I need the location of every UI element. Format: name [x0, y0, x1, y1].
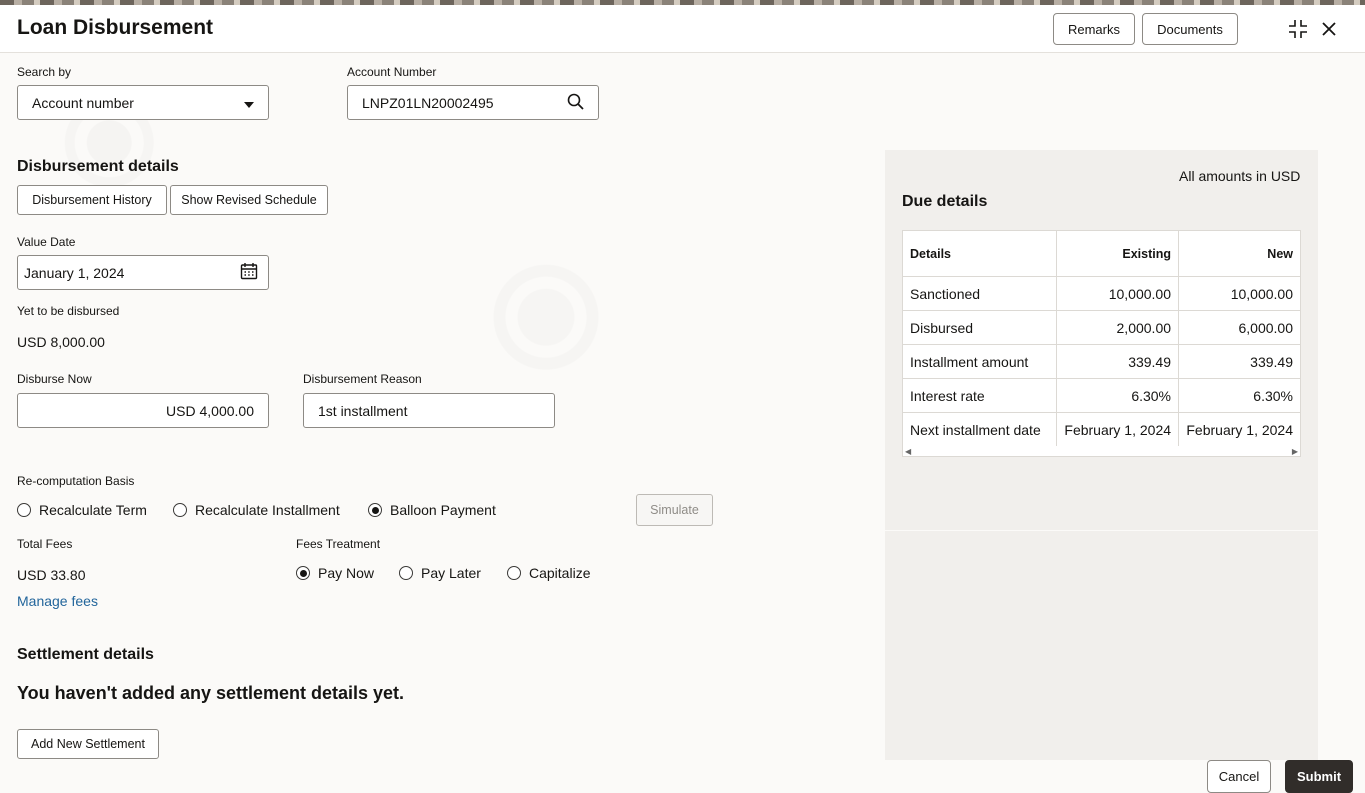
yet-to-be-disbursed-value: USD 8,000.00	[17, 334, 105, 350]
table-horizontal-scrollbar[interactable]: ◀ ▶	[902, 446, 1301, 457]
radio-label: Pay Now	[318, 565, 375, 581]
column-header-existing: Existing	[1056, 230, 1180, 277]
yet-to-be-disbursed-label: Yet to be disbursed	[17, 304, 120, 318]
scroll-left-icon[interactable]: ◀	[905, 447, 911, 456]
due-details-table: Details Existing New Sanctioned 10,000.0…	[901, 230, 1301, 447]
disbursement-details-title: Disbursement details	[17, 158, 179, 175]
table-header-row: Details Existing New	[901, 230, 1301, 277]
radio-circle-selected	[296, 566, 310, 580]
total-fees-value: USD 33.80	[17, 567, 86, 583]
submit-button[interactable]: Submit	[1285, 760, 1353, 793]
manage-fees-link[interactable]: Manage fees	[17, 593, 98, 609]
search-by-value: Account number	[32, 94, 134, 111]
account-number-input[interactable]: LNPZ01LN20002495	[347, 85, 599, 120]
table-row: Next installment date February 1, 2024 F…	[901, 412, 1301, 447]
disbursement-reason-input[interactable]: 1st installment	[303, 393, 555, 428]
panel-divider	[885, 530, 1318, 531]
page-header: Loan Disbursement Remarks Documents	[0, 5, 1365, 53]
column-header-details: Details	[901, 230, 1058, 277]
radio-label: Balloon Payment	[390, 502, 496, 518]
disburse-now-value: USD 4,000.00	[166, 402, 254, 419]
radio-balloon-payment[interactable]: Balloon Payment	[368, 502, 496, 518]
radio-circle	[507, 566, 521, 580]
simulate-button[interactable]: Simulate	[636, 494, 713, 526]
remarks-button[interactable]: Remarks	[1053, 13, 1135, 45]
radio-recalculate-installment[interactable]: Recalculate Installment	[173, 502, 340, 518]
radio-recalculate-term[interactable]: Recalculate Term	[17, 502, 147, 518]
radio-circle	[17, 503, 31, 517]
value-date-label: Value Date	[17, 235, 76, 249]
add-new-settlement-button[interactable]: Add New Settlement	[17, 729, 159, 759]
radio-label: Capitalize	[529, 565, 591, 581]
disburse-now-label: Disburse Now	[17, 372, 92, 386]
table-row: Disbursed 2,000.00 6,000.00	[901, 310, 1301, 345]
documents-button[interactable]: Documents	[1142, 13, 1238, 45]
radio-pay-now[interactable]: Pay Now	[296, 565, 374, 581]
show-revised-schedule-button[interactable]: Show Revised Schedule	[170, 185, 328, 215]
row-label: Disbursed	[901, 310, 1058, 345]
value-date-input[interactable]: January 1, 2024	[17, 255, 269, 290]
settlement-details-title: Settlement details	[17, 646, 154, 663]
value-date-value: January 1, 2024	[24, 264, 125, 281]
minimize-icon[interactable]	[1286, 17, 1310, 41]
disburse-now-input[interactable]: USD 4,000.00	[17, 393, 269, 428]
new-value: 10,000.00	[1178, 276, 1301, 311]
radio-circle-selected	[368, 503, 382, 517]
radio-label: Recalculate Term	[39, 502, 147, 518]
row-label: Next installment date	[901, 412, 1058, 447]
close-icon[interactable]	[1317, 17, 1341, 41]
account-number-label: Account Number	[347, 65, 437, 79]
amounts-currency-note: All amounts in USD	[1179, 168, 1301, 184]
new-value: 6,000.00	[1178, 310, 1301, 345]
due-details-title: Due details	[902, 193, 988, 210]
table-row: Installment amount 339.49 339.49	[901, 344, 1301, 379]
fees-treatment-label: Fees Treatment	[296, 537, 381, 551]
search-icon[interactable]	[567, 93, 584, 113]
radio-label: Pay Later	[421, 565, 481, 581]
cancel-button[interactable]: Cancel	[1207, 760, 1271, 793]
row-label: Installment amount	[901, 344, 1058, 379]
radio-capitalize[interactable]: Capitalize	[507, 565, 590, 581]
search-by-label: Search by	[17, 65, 72, 79]
total-fees-label: Total Fees	[17, 537, 73, 551]
column-header-new: New	[1178, 230, 1301, 277]
new-value: 339.49	[1178, 344, 1301, 379]
disbursement-history-button[interactable]: Disbursement History	[17, 185, 167, 215]
radio-circle	[399, 566, 413, 580]
existing-value: 339.49	[1056, 344, 1180, 379]
new-value: February 1, 2024	[1178, 412, 1301, 447]
disbursement-reason-value: 1st installment	[318, 402, 408, 419]
row-label: Sanctioned	[901, 276, 1058, 311]
existing-value: 6.30%	[1056, 378, 1180, 413]
settlement-empty-message: You haven't added any settlement details…	[17, 683, 405, 703]
search-by-select[interactable]: Account number	[17, 85, 269, 120]
existing-value: 10,000.00	[1056, 276, 1180, 311]
disbursement-reason-label: Disbursement Reason	[303, 372, 422, 386]
account-number-value: LNPZ01LN20002495	[362, 94, 494, 111]
calendar-icon[interactable]	[240, 262, 258, 283]
table-row: Sanctioned 10,000.00 10,000.00	[901, 276, 1301, 311]
radio-label: Recalculate Installment	[195, 502, 340, 518]
new-value: 6.30%	[1178, 378, 1301, 413]
table-row: Interest rate 6.30% 6.30%	[901, 378, 1301, 413]
scroll-right-icon[interactable]: ▶	[1292, 447, 1298, 456]
recomputation-basis-label: Re-computation Basis	[17, 474, 135, 488]
existing-value: February 1, 2024	[1056, 412, 1180, 447]
row-label: Interest rate	[901, 378, 1058, 413]
radio-pay-later[interactable]: Pay Later	[399, 565, 481, 581]
existing-value: 2,000.00	[1056, 310, 1180, 345]
page-title: Loan Disbursement	[17, 16, 214, 39]
caret-down-icon	[244, 95, 254, 111]
radio-circle	[173, 503, 187, 517]
